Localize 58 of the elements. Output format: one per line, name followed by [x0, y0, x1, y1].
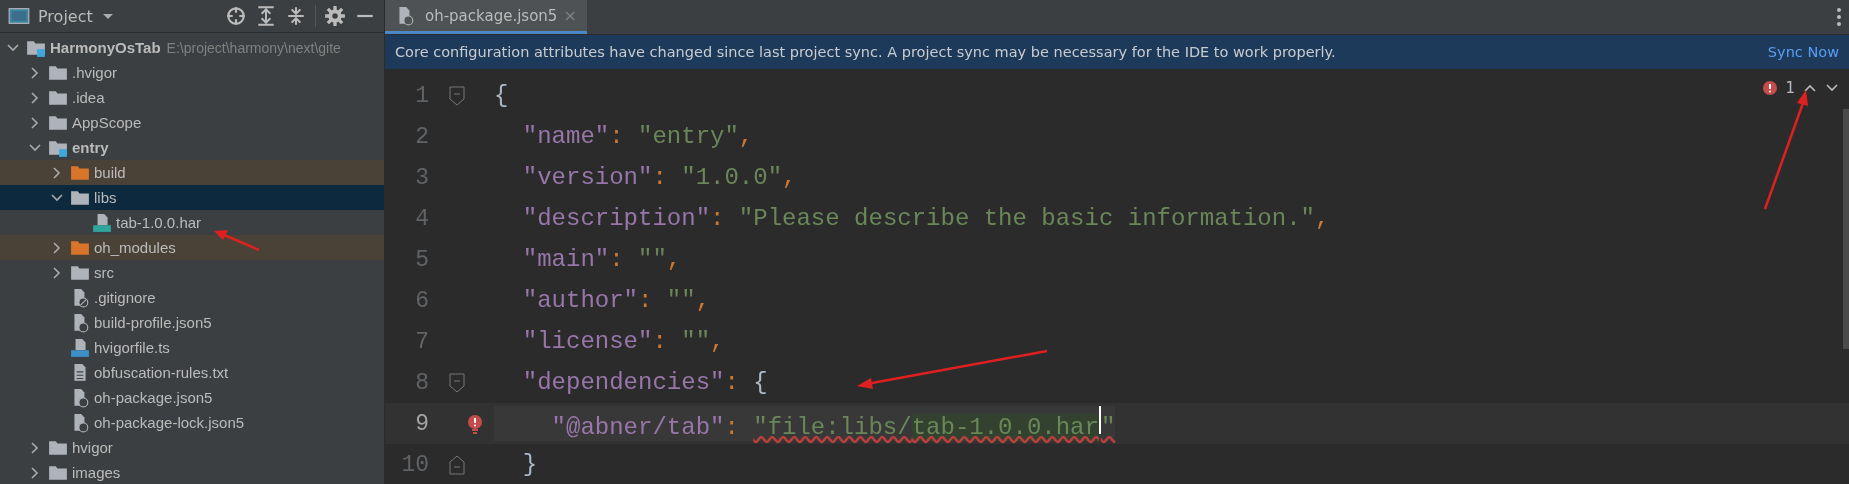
- line-number: 6: [414, 287, 429, 314]
- archive-file-icon: [92, 212, 112, 233]
- settings-icon[interactable]: [324, 5, 346, 27]
- fold-marker-icon[interactable]: [449, 372, 465, 393]
- tree-item[interactable]: build-profile.json5: [0, 310, 384, 335]
- tree-item[interactable]: hvigor: [0, 435, 384, 460]
- error-icon[interactable]: [1763, 81, 1778, 95]
- tree-item[interactable]: images: [0, 460, 384, 484]
- tree-item[interactable]: build: [0, 160, 384, 185]
- window-icon: [8, 5, 30, 27]
- line-number: 4: [414, 205, 429, 232]
- tree-item[interactable]: .gitignore: [0, 285, 384, 310]
- annotation-arrow: [214, 230, 260, 252]
- tree-item[interactable]: hvigorfile.ts: [0, 335, 384, 360]
- collapse-all-icon[interactable]: [285, 5, 307, 27]
- tree-item[interactable]: HarmonyOsTab E:\project\harmony\next\gite: [0, 35, 384, 60]
- locate-icon[interactable]: [225, 5, 247, 27]
- code-line: "dependencies": {: [521, 369, 768, 396]
- tree-item[interactable]: oh_modules: [0, 235, 384, 260]
- line-number: 10: [400, 451, 429, 478]
- line-number: 3: [414, 164, 429, 191]
- tree-item[interactable]: entry: [0, 135, 384, 160]
- banner-message: Core configuration attributes have changed since last project sync. A project sync may be necessary for the IDE to work properly.: [395, 44, 1336, 60]
- tree-item[interactable]: .hvigor: [0, 60, 384, 85]
- line-number: 8: [414, 369, 429, 396]
- line-number: 2: [414, 123, 429, 150]
- tree-item[interactable]: AppScope: [0, 110, 384, 135]
- code-line: "version": "1.0.0",: [521, 164, 797, 191]
- code-line: }: [521, 451, 538, 478]
- tree-item[interactable]: oh-package.json5: [0, 385, 384, 410]
- line-number: 7: [414, 328, 429, 355]
- line-number: 5: [414, 246, 429, 273]
- line-number: 9: [414, 410, 429, 437]
- fold-marker-icon[interactable]: [449, 454, 465, 475]
- code-line: "name": "entry",: [521, 123, 754, 150]
- sync-now-link[interactable]: Sync Now: [1767, 44, 1839, 60]
- tree-item[interactable]: oh-package-lock.json5: [0, 410, 384, 435]
- tree-item[interactable]: .idea: [0, 85, 384, 110]
- more-icon[interactable]: [1835, 6, 1843, 28]
- code-line: "license": "",: [521, 328, 725, 355]
- error-bulb-icon[interactable]: [467, 413, 483, 434]
- tree-item[interactable]: libs: [0, 185, 384, 210]
- tree-item[interactable]: src: [0, 260, 384, 285]
- scrollbar[interactable]: [1843, 109, 1849, 349]
- expand-all-icon[interactable]: [255, 5, 277, 27]
- editor-tab[interactable]: oh-package.json5 ×: [385, 0, 587, 34]
- code-line: "description": "Please describe the basic information.",: [521, 205, 1330, 232]
- panel-title[interactable]: Project: [38, 6, 93, 26]
- code-line: {: [494, 82, 509, 109]
- typescript-file-icon: [70, 337, 90, 358]
- code-line: "main": "",: [521, 246, 682, 273]
- error-count[interactable]: 1: [1785, 79, 1795, 97]
- fold-marker-icon[interactable]: [449, 85, 465, 106]
- tree-item[interactable]: tab-1.0.0.har: [0, 210, 384, 235]
- line-number: 1: [414, 82, 429, 109]
- text-cursor: [1098, 406, 1101, 434]
- tree-item[interactable]: obfuscation-rules.txt: [0, 360, 384, 385]
- code-line: "author": "",: [521, 287, 711, 314]
